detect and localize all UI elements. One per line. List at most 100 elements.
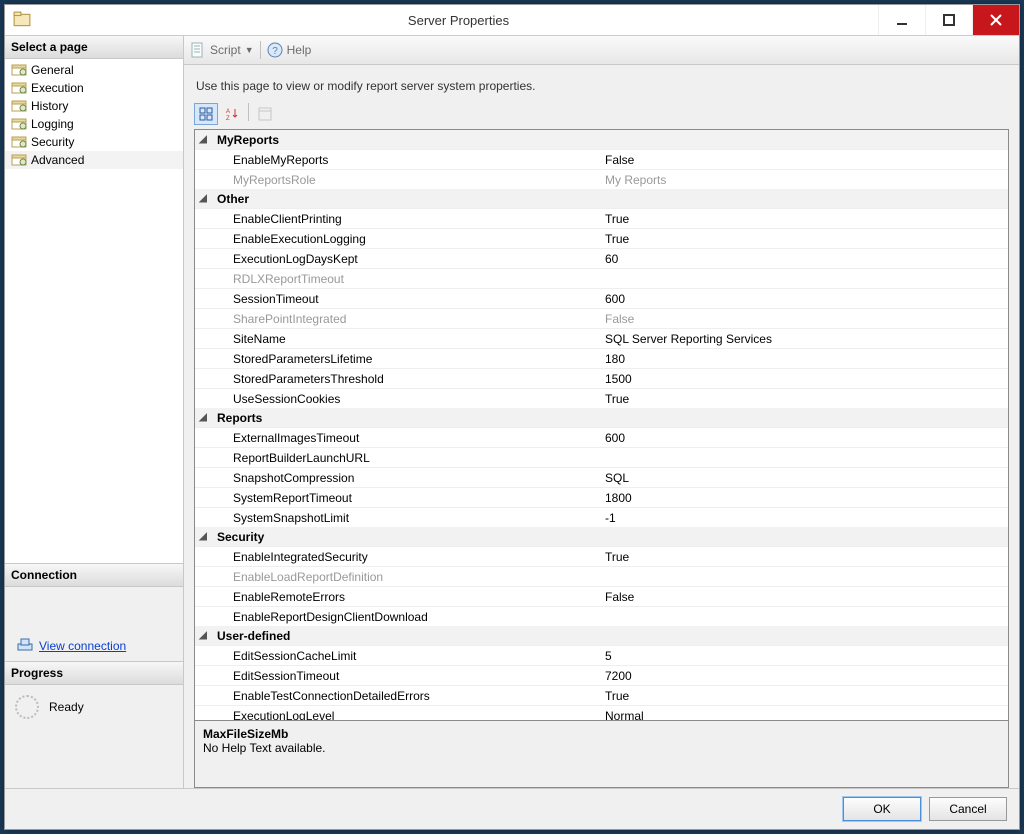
page-icon (11, 153, 27, 167)
close-button[interactable] (972, 5, 1019, 35)
property-value[interactable]: SQL (603, 471, 1008, 485)
property-row[interactable]: StoredParametersThreshold1500 (195, 368, 1008, 388)
property-value[interactable]: 600 (603, 431, 1008, 445)
property-name: EnableLoadReportDefinition (211, 570, 603, 584)
page-item-general[interactable]: General (5, 61, 183, 79)
property-row[interactable]: EnableReportDesignClientDownload (195, 606, 1008, 626)
property-name: ReportBuilderLaunchURL (211, 451, 603, 465)
property-grid[interactable]: ◢MyReportsEnableMyReportsFalseMyReportsR… (194, 129, 1009, 721)
property-group[interactable]: ◢Security (195, 527, 1008, 546)
property-row[interactable]: EnableExecutionLoggingTrue (195, 228, 1008, 248)
property-value[interactable]: 5 (603, 649, 1008, 663)
property-row[interactable]: EditSessionTimeout7200 (195, 665, 1008, 685)
property-row[interactable]: EnableClientPrintingTrue (195, 208, 1008, 228)
property-row[interactable]: SessionTimeout600 (195, 288, 1008, 308)
property-value[interactable]: True (603, 232, 1008, 246)
property-group[interactable]: ◢MyReports (195, 130, 1008, 149)
help-label: Help (287, 43, 312, 57)
property-row[interactable]: ReportBuilderLaunchURL (195, 447, 1008, 467)
property-row[interactable]: ExecutionLogLevelNormal (195, 705, 1008, 721)
progress-status: Ready (49, 700, 84, 714)
property-name: StoredParametersThreshold (211, 372, 603, 386)
property-value[interactable]: False (603, 153, 1008, 167)
page-item-label: Advanced (31, 153, 84, 167)
property-name: ExecutionLogLevel (211, 709, 603, 722)
view-connection-link[interactable]: View connection (39, 639, 126, 653)
maximize-button[interactable] (925, 5, 972, 35)
collapse-caret-icon[interactable]: ◢ (195, 134, 211, 145)
alphabetical-button[interactable]: AZ (220, 103, 244, 125)
property-name: SharePointIntegrated (211, 312, 603, 326)
property-value[interactable]: 60 (603, 252, 1008, 266)
collapse-caret-icon[interactable]: ◢ (195, 193, 211, 204)
property-row[interactable]: RDLXReportTimeout (195, 268, 1008, 288)
svg-text:?: ? (272, 46, 278, 57)
property-row[interactable]: ExecutionLogDaysKept60 (195, 248, 1008, 268)
property-value[interactable]: 180 (603, 352, 1008, 366)
collapse-caret-icon[interactable]: ◢ (195, 630, 211, 641)
cancel-button[interactable]: Cancel (929, 797, 1007, 821)
property-row[interactable]: EnableLoadReportDefinition (195, 566, 1008, 586)
property-name: EditSessionCacheLimit (211, 649, 603, 663)
help-property-name: MaxFileSizeMb (203, 727, 1000, 741)
categorized-button[interactable] (194, 103, 218, 125)
property-row[interactable]: SharePointIntegratedFalse (195, 308, 1008, 328)
property-value[interactable]: True (603, 550, 1008, 564)
help-property-text: No Help Text available. (203, 741, 1000, 755)
group-name: Other (211, 192, 587, 206)
property-value[interactable]: True (603, 689, 1008, 703)
property-row[interactable]: EnableRemoteErrorsFalse (195, 586, 1008, 606)
collapse-caret-icon[interactable]: ◢ (195, 531, 211, 542)
property-value[interactable]: False (603, 312, 1008, 326)
property-value[interactable]: 1500 (603, 372, 1008, 386)
minimize-button[interactable] (878, 5, 925, 35)
page-item-advanced[interactable]: Advanced (5, 151, 183, 169)
app-icon (13, 11, 31, 29)
property-value[interactable]: True (603, 212, 1008, 226)
property-row[interactable]: StoredParametersLifetime180 (195, 348, 1008, 368)
property-value[interactable]: 600 (603, 292, 1008, 306)
property-row[interactable]: SystemReportTimeout1800 (195, 487, 1008, 507)
property-row[interactable]: EnableIntegratedSecurityTrue (195, 546, 1008, 566)
property-row[interactable]: ExternalImagesTimeout600 (195, 427, 1008, 447)
page-item-history[interactable]: History (5, 97, 183, 115)
property-row[interactable]: MyReportsRoleMy Reports (195, 169, 1008, 189)
collapse-caret-icon[interactable]: ◢ (195, 412, 211, 423)
property-row[interactable]: EnableMyReportsFalse (195, 149, 1008, 169)
dialog-footer: OK Cancel (5, 788, 1019, 829)
property-value[interactable]: 7200 (603, 669, 1008, 683)
property-value[interactable]: My Reports (603, 173, 1008, 187)
property-group[interactable]: ◢Other (195, 189, 1008, 208)
property-value[interactable]: SQL Server Reporting Services (603, 332, 1008, 346)
help-button[interactable]: ? Help (267, 42, 312, 58)
group-name: User-defined (211, 629, 587, 643)
right-pane: Script ▼ ? Help Use this page to view or… (184, 36, 1019, 788)
property-name: EnableTestConnectionDetailedErrors (211, 689, 603, 703)
page-icon (11, 99, 27, 113)
property-value[interactable]: 1800 (603, 491, 1008, 505)
page-item-logging[interactable]: Logging (5, 115, 183, 133)
page-list: GeneralExecutionHistoryLoggingSecurity Ad… (5, 59, 183, 563)
property-row[interactable]: SiteNameSQL Server Reporting Services (195, 328, 1008, 348)
property-name: ExecutionLogDaysKept (211, 252, 603, 266)
property-row[interactable]: EditSessionCacheLimit5 (195, 645, 1008, 665)
property-row[interactable]: SystemSnapshotLimit-1 (195, 507, 1008, 527)
ok-button[interactable]: OK (843, 797, 921, 821)
titlebar: Server Properties (5, 5, 1019, 36)
property-group[interactable]: ◢User-defined (195, 626, 1008, 645)
property-value[interactable]: Normal (603, 709, 1008, 722)
page-icon (11, 117, 27, 131)
property-value[interactable]: False (603, 590, 1008, 604)
page-item-execution[interactable]: Execution (5, 79, 183, 97)
page-item-security[interactable]: Security (5, 133, 183, 151)
property-value[interactable]: -1 (603, 511, 1008, 525)
script-button[interactable]: Script ▼ (190, 42, 254, 58)
page-icon (11, 135, 27, 149)
property-value[interactable]: True (603, 392, 1008, 406)
property-row[interactable]: SnapshotCompressionSQL (195, 467, 1008, 487)
property-row[interactable]: EnableTestConnectionDetailedErrorsTrue (195, 685, 1008, 705)
script-icon (190, 42, 206, 58)
property-pages-button[interactable] (253, 103, 277, 125)
property-group[interactable]: ◢Reports (195, 408, 1008, 427)
property-row[interactable]: UseSessionCookiesTrue (195, 388, 1008, 408)
